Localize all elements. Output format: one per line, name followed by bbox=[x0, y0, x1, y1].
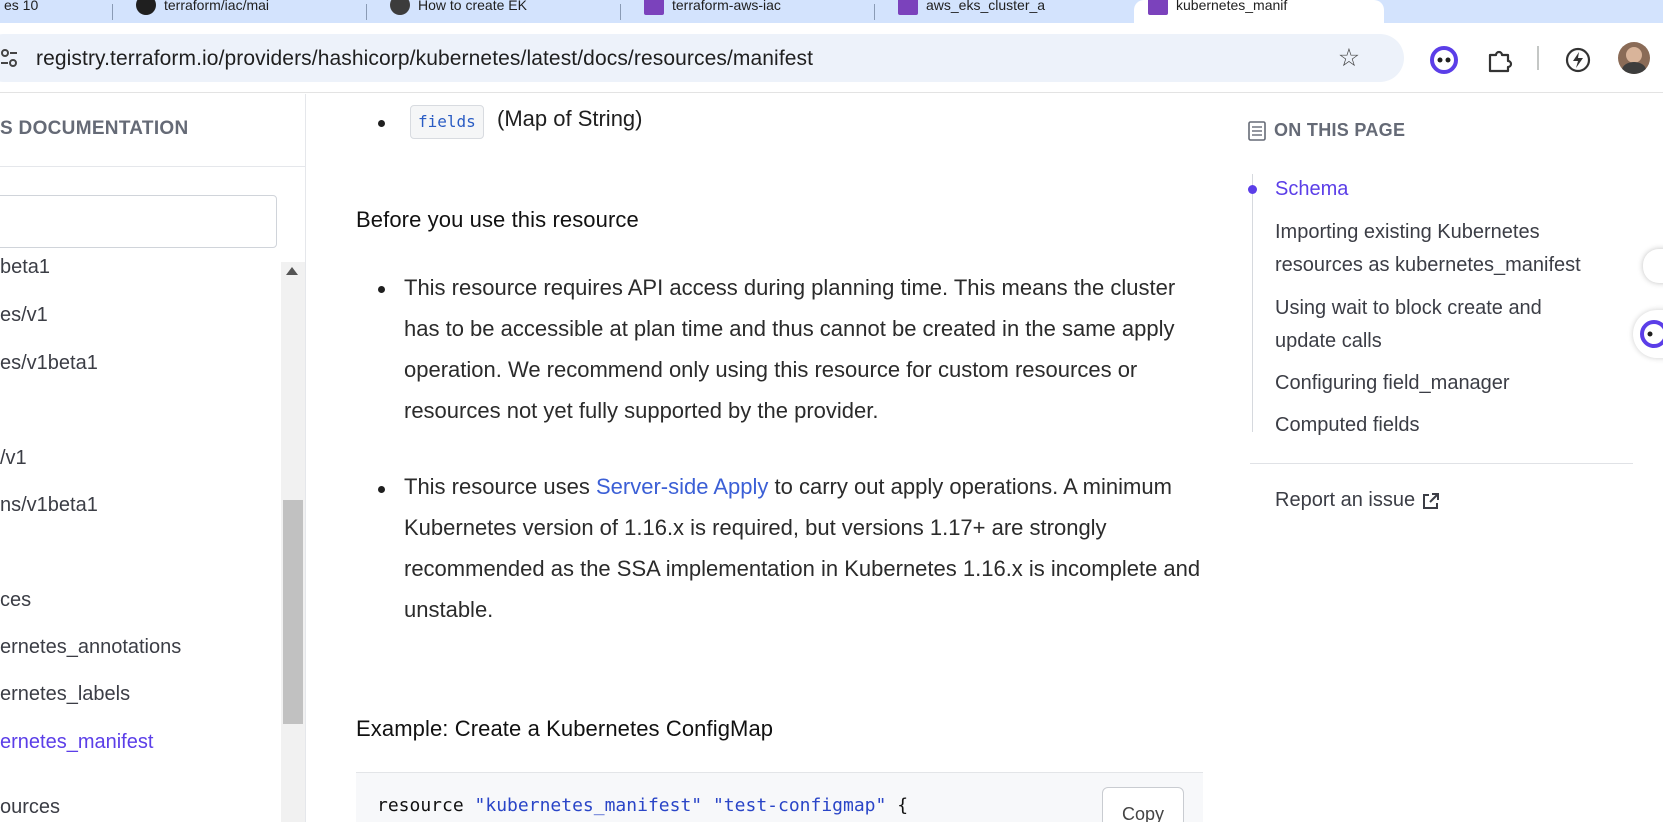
browser-toolbar: registry.terraform.io/providers/hashicor… bbox=[0, 23, 1663, 93]
tab-4[interactable]: terraform-aws-iac bbox=[630, 0, 870, 23]
performance-icon[interactable] bbox=[1563, 45, 1593, 75]
sidebar-item[interactable]: ernetes_annotations bbox=[0, 636, 181, 659]
paragraph: This resource uses Server-side Apply to … bbox=[404, 466, 1204, 630]
inline-code: fields bbox=[410, 105, 484, 139]
code-block: resource "kubernetes_manifest" "test-con… bbox=[356, 772, 1203, 822]
tab-separator bbox=[366, 4, 367, 20]
toc-item-field-manager[interactable]: Configuring field_manager bbox=[1275, 367, 1605, 400]
star-icon[interactable]: ☆ bbox=[1335, 44, 1363, 72]
tab-label: terraform-aws-iac bbox=[672, 0, 781, 13]
scrollbar-thumb[interactable] bbox=[283, 500, 303, 724]
tab-label: terraform/iac/mai bbox=[164, 0, 270, 13]
toc-rail bbox=[1252, 174, 1253, 432]
toc-item-computed-fields[interactable]: Computed fields bbox=[1275, 409, 1605, 442]
copy-button[interactable]: Copy bbox=[1102, 787, 1184, 822]
external-link-icon bbox=[1423, 492, 1440, 509]
sidebar-item[interactable]: ces bbox=[0, 589, 31, 612]
report-issue-label: Report an issue bbox=[1275, 489, 1416, 511]
terraform-icon bbox=[1148, 0, 1168, 15]
tab-label: aws_eks_cluster_a bbox=[926, 0, 1046, 13]
bullet bbox=[378, 486, 385, 493]
code-keyword: resource bbox=[377, 795, 475, 816]
sidebar-item[interactable]: beta1 bbox=[0, 256, 50, 279]
divider bbox=[0, 166, 305, 167]
tab-label: es 10 bbox=[4, 0, 39, 13]
site-info-icon[interactable] bbox=[0, 48, 18, 68]
toc-item-importing[interactable]: Importing existing Kubernetes resources … bbox=[1275, 216, 1605, 282]
toc-header: ON THIS PAGE bbox=[1248, 120, 1405, 141]
medium-icon bbox=[390, 0, 410, 15]
sidebar-item[interactable]: ources bbox=[0, 796, 60, 819]
tab-1[interactable]: es 10 bbox=[0, 0, 110, 23]
sidebar-item[interactable]: es/v1beta1 bbox=[0, 352, 98, 375]
tab-strip: es 10 terraform/iac/mai How to create EK… bbox=[0, 0, 1663, 23]
tab-5[interactable]: aws_eks_cluster_a bbox=[884, 0, 1124, 23]
tab-separator bbox=[874, 4, 875, 20]
toc-item-schema[interactable]: Schema bbox=[1275, 173, 1605, 206]
toc-heading: ON THIS PAGE bbox=[1274, 120, 1406, 140]
section-heading: Before you use this resource bbox=[356, 207, 639, 232]
paragraph: This resource requires API access during… bbox=[404, 275, 1176, 423]
floating-widget[interactable] bbox=[1643, 249, 1663, 283]
sidebar-title: S DOCUMENTATION bbox=[0, 118, 189, 139]
tab-label: kubernetes_manif bbox=[1176, 0, 1288, 13]
filter-input[interactable] bbox=[0, 195, 277, 248]
toolbar-divider bbox=[1537, 46, 1539, 70]
tab-3[interactable]: How to create EK bbox=[376, 0, 616, 23]
code-line: resource "kubernetes_manifest" "test-con… bbox=[377, 795, 908, 816]
address-bar[interactable]: registry.terraform.io/providers/hashicor… bbox=[0, 34, 1404, 82]
tab-separator bbox=[620, 4, 621, 20]
tab-2[interactable]: terraform/iac/mai bbox=[122, 0, 362, 23]
sidebar-item[interactable]: ernetes_labels bbox=[0, 683, 130, 706]
bullet bbox=[378, 120, 385, 127]
code-string: "kubernetes_manifest" bbox=[474, 795, 703, 816]
puzzle-icon[interactable] bbox=[1484, 45, 1514, 75]
sidebar-item[interactable]: es/v1 bbox=[0, 304, 48, 327]
sidebar-item[interactable]: ns/v1beta1 bbox=[0, 494, 98, 517]
terraform-icon bbox=[898, 0, 918, 15]
new-tab-area[interactable] bbox=[1388, 0, 1663, 23]
bullet bbox=[378, 286, 385, 293]
assistant-extension-icon[interactable] bbox=[1429, 45, 1459, 75]
tab-6-active[interactable]: kubernetes_manif bbox=[1134, 0, 1384, 23]
sidebar-item[interactable]: /v1 bbox=[0, 447, 27, 470]
github-icon bbox=[136, 0, 156, 15]
report-issue-link[interactable]: Report an issue bbox=[1275, 489, 1441, 512]
terraform-icon bbox=[644, 0, 664, 15]
main-content: fields (Map of String) Before you use th… bbox=[307, 94, 1207, 822]
scroll-up-arrow-icon[interactable] bbox=[286, 267, 298, 275]
on-this-page: ON THIS PAGE Schema Importing existing K… bbox=[1248, 94, 1633, 822]
tab-separator bbox=[112, 4, 113, 20]
server-side-apply-link[interactable]: Server-side Apply bbox=[596, 474, 768, 499]
avatar[interactable] bbox=[1618, 42, 1650, 74]
assistant-extension-icon bbox=[1640, 320, 1663, 348]
sidebar-item-active[interactable]: ernetes_manifest bbox=[0, 731, 153, 754]
attribute-type: (Map of String) bbox=[497, 106, 643, 131]
code-string: "test-configmap" bbox=[712, 795, 887, 816]
text: This resource uses bbox=[404, 474, 596, 499]
code-punct: { bbox=[886, 795, 909, 816]
active-indicator-icon bbox=[1248, 185, 1257, 194]
section-heading: Example: Create a Kubernetes ConfigMap bbox=[356, 716, 774, 741]
toc-item-wait[interactable]: Using wait to block create and update ca… bbox=[1275, 292, 1605, 358]
url-text[interactable]: registry.terraform.io/providers/hashicor… bbox=[36, 47, 813, 71]
divider bbox=[1250, 463, 1633, 464]
tab-label: How to create EK bbox=[418, 0, 527, 13]
list-icon bbox=[1248, 120, 1266, 141]
docs-sidebar: S DOCUMENTATION beta1 es/v1 es/v1beta1 /… bbox=[0, 94, 306, 822]
assistant-floating-icon[interactable] bbox=[1633, 310, 1663, 358]
